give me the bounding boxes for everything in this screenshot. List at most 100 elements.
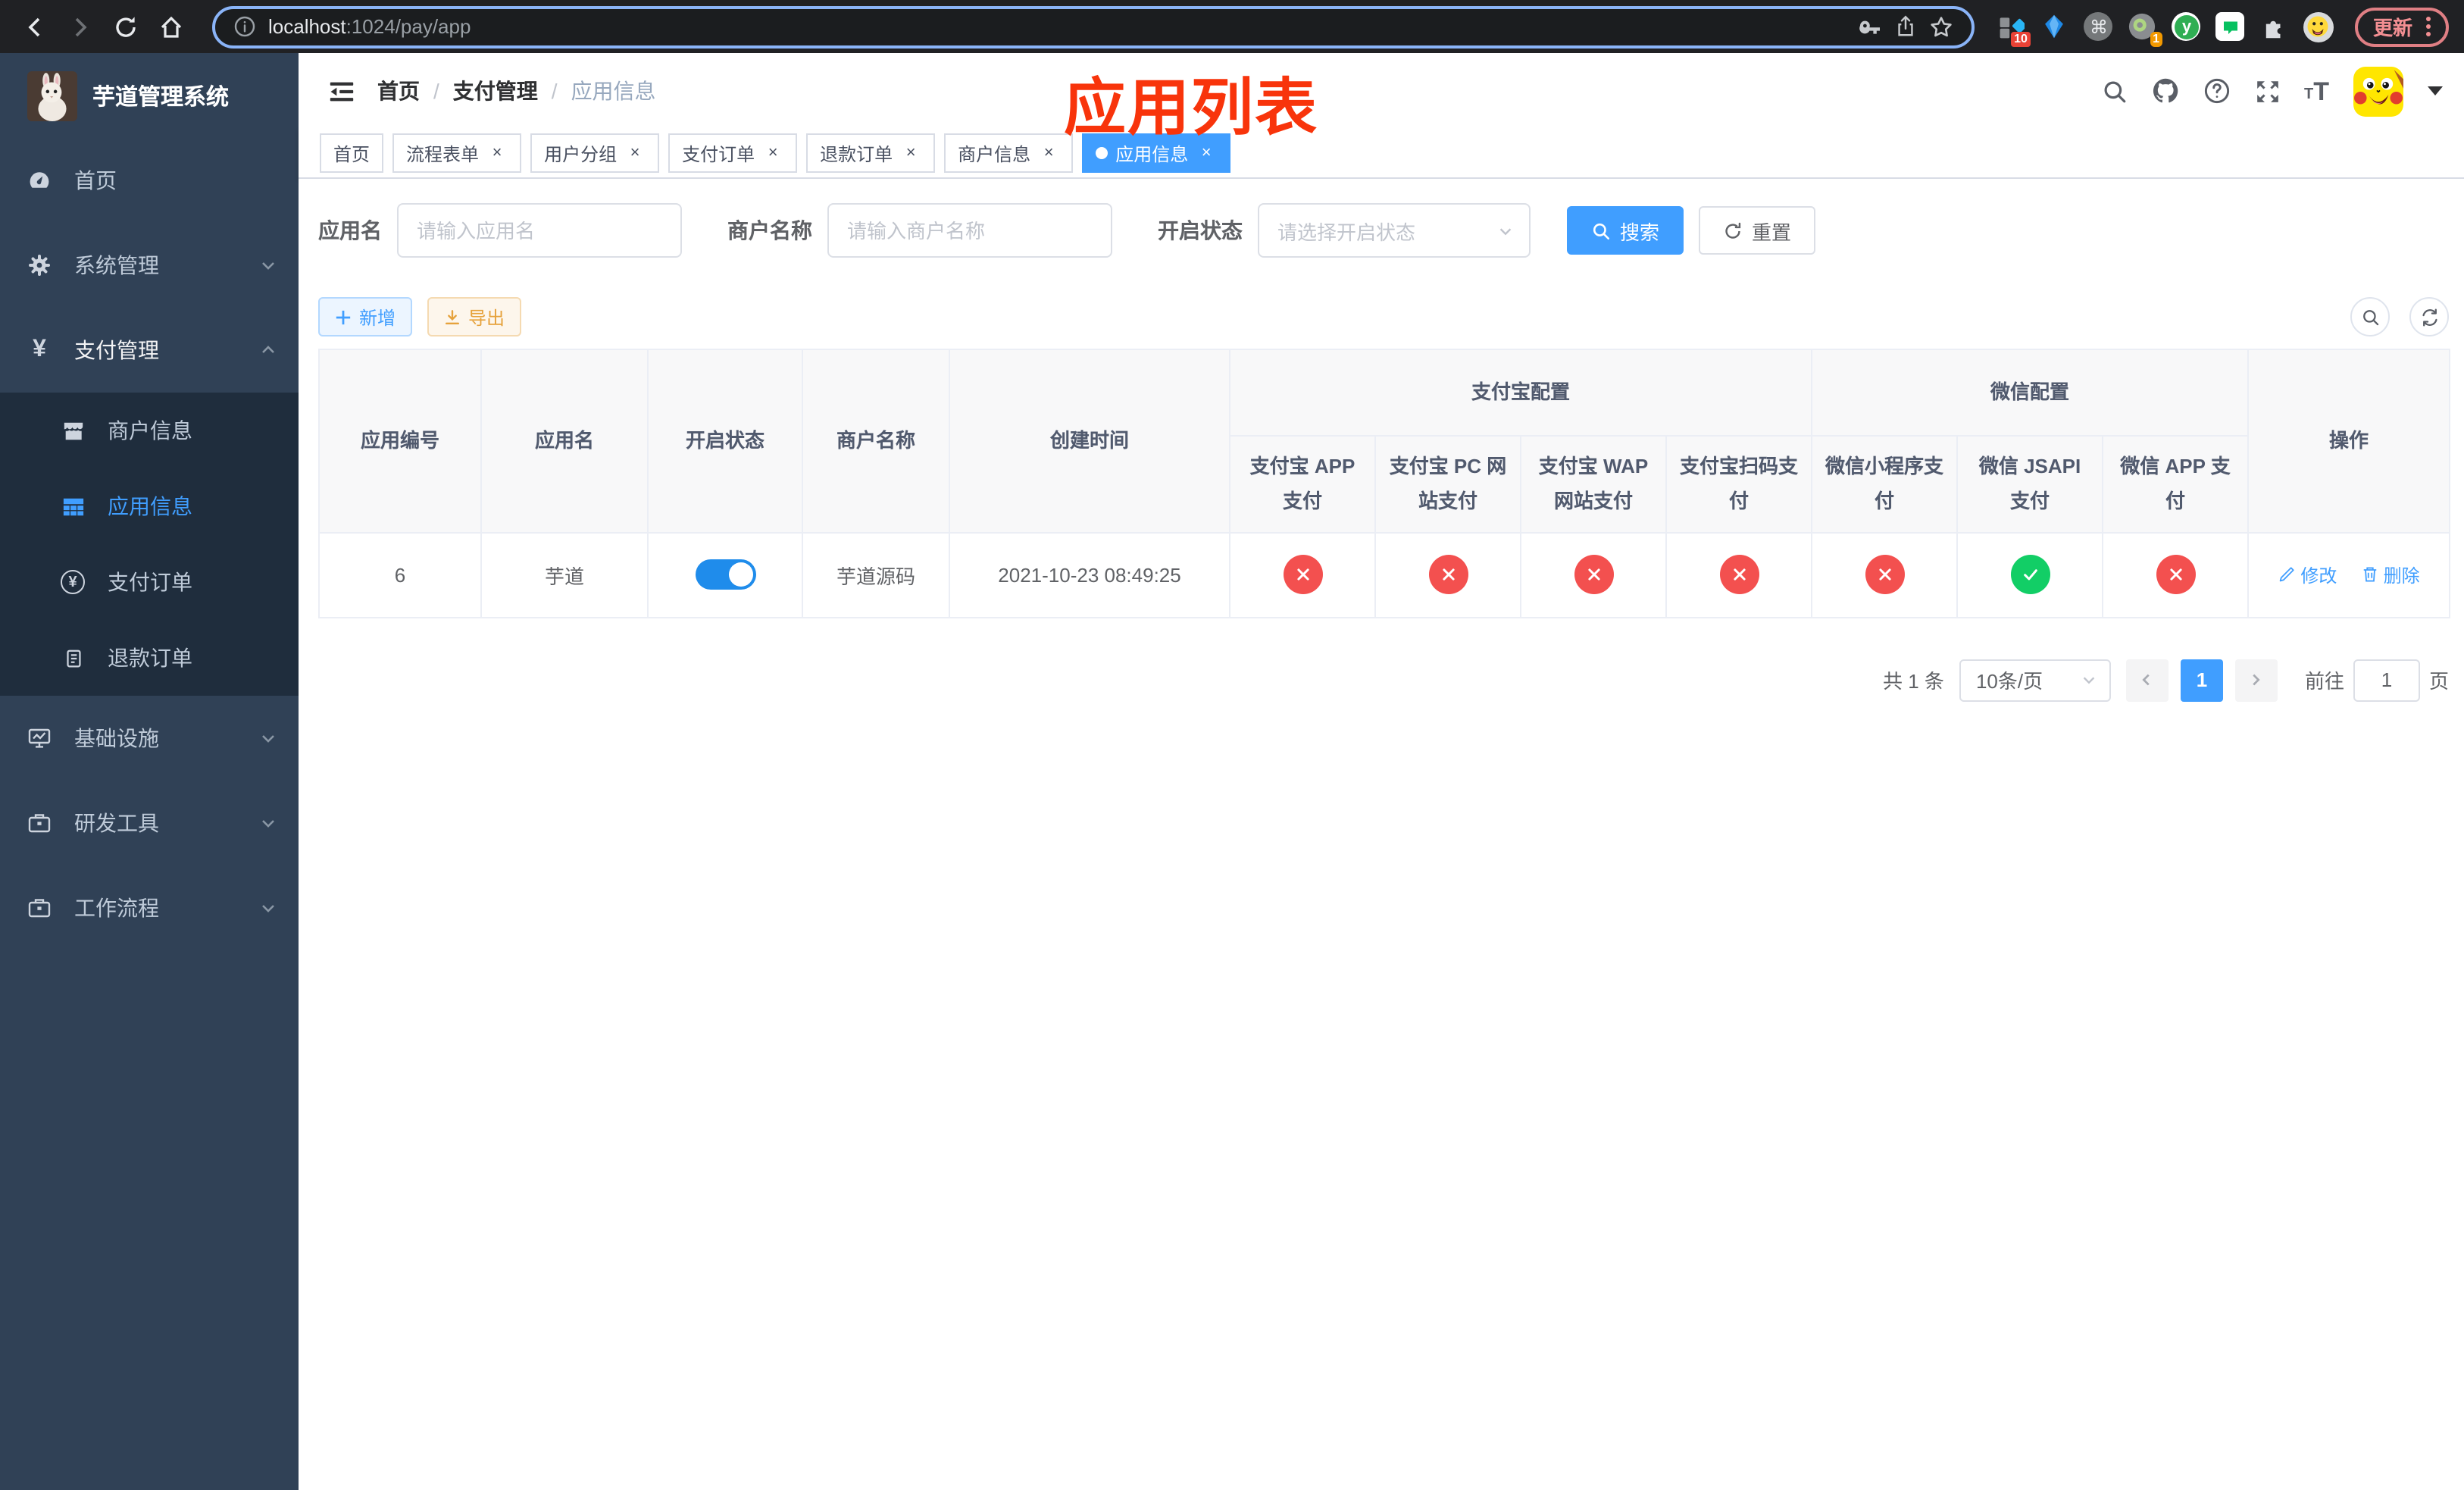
sidebar-item-app-info[interactable]: 应用信息 [0,468,299,544]
status-label: 开启状态 [1158,218,1243,243]
cell-merchant-name: 芋道源码 [802,531,950,618]
shop-icon [61,419,85,442]
chevron-down-icon [259,256,277,274]
col-status: 开启状态 [647,349,803,534]
avatar[interactable] [2353,66,2403,116]
cell-app-name: 芋道 [480,531,649,618]
cell-app-id: 6 [318,531,482,618]
alipay-pc-status-icon [1428,555,1468,595]
col-alipay-pc: 支付宝 PC 网站支付 [1374,435,1521,534]
tag-process-form[interactable]: 流程表单 [392,133,522,173]
col-merchant-name: 商户名称 [802,349,950,534]
app-table: 应用编号 应用名 开启状态 商户名称 创建时间 支付宝配置 微信配置 操作 支付… [318,349,2451,618]
password-key-icon[interactable] [1858,14,1882,39]
tag-refund-order[interactable]: 退款订单 [806,133,936,173]
extension-target-icon[interactable]: 1 [2128,11,2162,46]
delete-link[interactable]: 删除 [2361,562,2420,587]
sidebar-item-payment[interactable]: ¥ 支付管理 [0,308,299,393]
tags-view: 首页 流程表单 用户分组 支付订单 退款订单 商户信息 应用信息 [299,129,2464,179]
next-page-button[interactable] [2234,659,2278,702]
browser-update-button[interactable]: 更新 [2354,7,2449,46]
app-name-input[interactable] [397,203,682,258]
bookmark-star-icon[interactable] [1929,14,1953,39]
browser-forward-icon[interactable] [61,7,100,46]
site-info-icon[interactable] [233,15,256,38]
sidebar-item-home[interactable]: 首页 [0,138,299,223]
sidebar-item-workflow[interactable]: 工作流程 [0,866,299,950]
page-size-select[interactable]: 10条/页 [1959,659,2111,702]
alipay-app-status-icon [1283,555,1322,595]
reset-button[interactable]: 重置 [1699,206,1816,255]
extension-emoji-icon[interactable] [2303,11,2334,42]
avatar-caret-icon[interactable] [2428,86,2443,95]
export-button[interactable]: 导出 [427,297,522,337]
status-toggle[interactable] [695,559,755,590]
sidebar-item-system[interactable]: 系统管理 [0,223,299,308]
col-wechat-app: 微信 APP 支付 [2102,435,2250,534]
browser-reload-icon[interactable] [106,7,145,46]
refresh-table-button[interactable] [2409,297,2449,337]
search-button[interactable]: 搜索 [1567,206,1684,255]
tag-pay-order[interactable]: 支付订单 [668,133,798,173]
search-icon [1591,221,1611,240]
sidebar-item-refund-order[interactable]: 退款订单 [0,620,299,696]
status-select[interactable]: 请选择开启状态 [1258,203,1531,258]
font-size-icon[interactable] [2304,78,2329,104]
table-toolbar: 新增 导出 [318,297,2449,337]
fullscreen-icon[interactable] [2254,78,2280,104]
tag-home[interactable]: 首页 [320,133,384,173]
toggle-search-button[interactable] [2350,297,2390,337]
close-icon[interactable] [762,142,783,164]
extension-y-icon[interactable]: y [2172,11,2202,42]
alipay-wap-status-icon [1574,555,1613,595]
extension-puzzle-icon[interactable] [2259,11,2290,42]
sidebar-collapse-icon[interactable] [314,64,368,118]
extension-command-icon[interactable]: ⌘ [2084,11,2114,42]
chevron-down-icon [1497,222,1514,239]
extension-chat-icon[interactable] [2215,11,2246,42]
goto-prefix: 前往 [2304,670,2344,693]
col-wechat-lite: 微信小程序支付 [1811,435,1959,534]
browser-back-icon[interactable] [15,7,55,46]
close-icon[interactable] [624,142,646,164]
page-number-1[interactable]: 1 [2180,659,2223,702]
col-app-name: 应用名 [480,349,649,534]
tag-merchant-info[interactable]: 商户信息 [944,133,1074,173]
edit-link[interactable]: 修改 [2278,562,2337,587]
breadcrumb-payment[interactable]: 支付管理 [453,76,538,106]
extension-badge: 10 [2011,31,2031,46]
browser-menu-icon[interactable] [2426,17,2431,36]
header-search-icon[interactable] [2101,78,2127,104]
share-icon[interactable] [1894,15,1917,38]
close-icon[interactable] [1038,142,1059,164]
breadcrumb-home[interactable]: 首页 [377,76,420,106]
merchant-name-input[interactable] [827,203,1112,258]
sidebar-item-pay-order[interactable]: ¥ 支付订单 [0,544,299,620]
add-button[interactable]: 新增 [318,297,413,337]
col-create-time: 创建时间 [949,349,1230,534]
col-actions: 操作 [2247,349,2451,534]
close-icon[interactable] [900,142,921,164]
sidebar-item-infrastructure[interactable]: 基础设施 [0,696,299,781]
address-bar[interactable]: localhost:1024/pay/app [212,5,1975,48]
github-icon[interactable] [2151,77,2178,105]
sidebar-item-devtools[interactable]: 研发工具 [0,781,299,866]
tag-user-group[interactable]: 用户分组 [530,133,660,173]
sidebar-item-merchant-info[interactable]: 商户信息 [0,393,299,468]
sidebar-logo[interactable]: 芋道管理系统 [0,53,299,138]
payment-submenu: 商户信息 应用信息 ¥ 支付订单 退款订单 [0,393,299,696]
goto-page-input[interactable] [2353,659,2420,702]
total-count: 共 1 条 [1883,670,1944,693]
prev-page-button[interactable] [2125,659,2169,702]
close-icon[interactable] [486,142,508,164]
url-text: localhost:1024/pay/app [268,15,471,38]
extension-blocks-icon[interactable]: 10 [1996,11,2031,46]
download-icon [444,308,461,325]
goto-suffix: 页 [2428,670,2449,693]
page-content: 应用名 商户名称 开启状态 请选择开启状态 搜索 [299,179,2464,1490]
gear-icon [27,253,52,277]
extension-gem-icon[interactable] [2040,11,2070,42]
breadcrumb: 首页 / 支付管理 / 应用信息 [377,76,656,106]
help-icon[interactable] [2203,77,2230,105]
browser-home-icon[interactable] [152,7,191,46]
